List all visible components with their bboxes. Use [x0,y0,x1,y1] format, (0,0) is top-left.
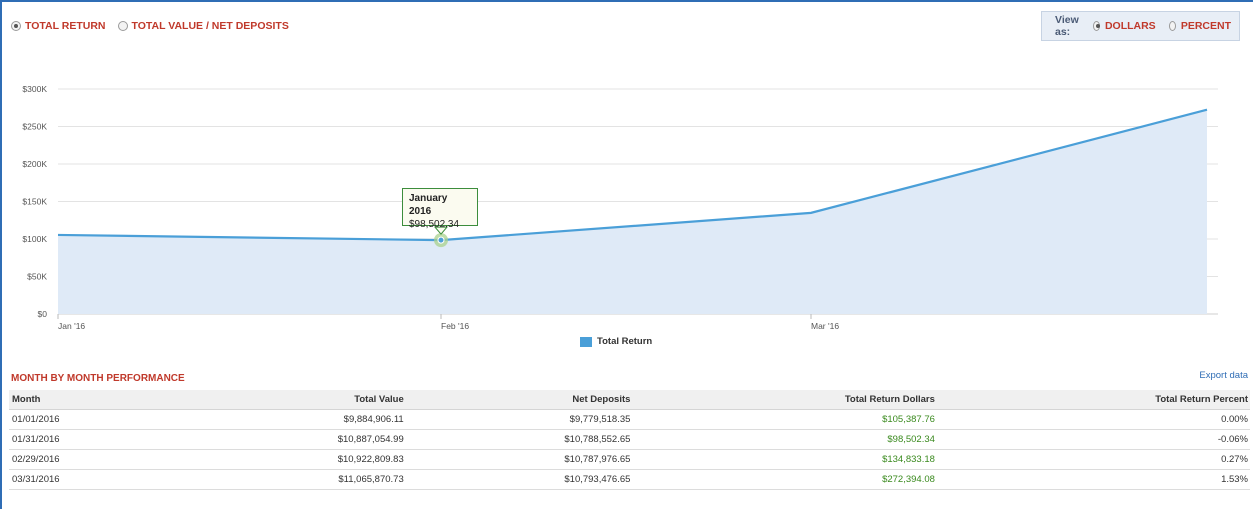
chart-mode-toggle: TOTAL RETURN TOTAL VALUE / NET DEPOSITS [11,20,297,32]
export-data-link[interactable]: Export data [1199,370,1248,381]
y-tick-label: $0 [38,309,48,319]
cell-total-value: $11,065,870.73 [179,469,406,490]
table-row: 01/31/2016 $10,887,054.99 $10,788,552.65… [9,429,1250,450]
col-total-return-dollars: Total Return Dollars [632,390,937,410]
performance-title: MONTH BY MONTH PERFORMANCE [11,373,185,384]
dollars-option[interactable]: DOLLARS [1105,20,1156,32]
col-total-return-percent: Total Return Percent [936,390,1250,410]
cell-net-deposits: $10,788,552.65 [405,429,633,450]
cell-month: 01/01/2016 [9,409,180,430]
cell-total-return-dollars: $105,387.76 [632,409,937,430]
y-tick-label: $100K [22,234,47,244]
y-tick-label: $50K [27,272,47,282]
col-net-deposits: Net Deposits [405,390,633,410]
legend-label: Total Return [597,336,653,347]
performance-table: Month Total Value Net Deposits Total Ret… [9,390,1250,490]
tooltip-value: $98,502.34 [409,219,460,230]
cell-net-deposits: $10,793,476.65 [405,469,633,490]
table-row: 02/29/2016 $10,922,809.83 $10,787,976.65… [9,449,1250,470]
y-tick-label: $150K [22,197,47,207]
total-return-option[interactable]: TOTAL RETURN [25,20,106,32]
col-month: Month [9,390,180,410]
dollars-radio[interactable] [1092,21,1100,31]
cell-month: 01/31/2016 [9,429,180,450]
view-as-label: View as: [1055,14,1079,38]
cell-total-return-percent: -0.06% [936,429,1250,450]
cell-month: 02/29/2016 [9,449,180,470]
table-row: 03/31/2016 $11,065,870.73 $10,793,476.65… [9,469,1250,490]
cell-total-return-percent: 1.53% [936,469,1250,490]
cell-total-return-percent: 0.00% [936,409,1250,430]
tooltip-title: January 2016 [409,193,448,217]
col-total-value: Total Value [179,390,406,410]
series-area [58,109,1207,314]
total-return-radio[interactable] [11,21,21,31]
cell-net-deposits: $9,779,518.35 [405,409,633,430]
total-return-chart: $0 $50K $100K $150K $200K $250K $300K Jan '16 Fe… [22,84,1218,331]
cell-total-return-dollars: $98,502.34 [632,429,937,450]
cell-total-return-dollars: $134,833.18 [632,449,937,470]
data-point [437,236,445,244]
total-value-radio[interactable] [117,21,128,31]
x-tick-label: Mar '16 [811,321,839,331]
chart-legend[interactable]: Total Return [580,336,652,347]
cell-total-value: $9,884,906.11 [179,409,406,430]
view-as-panel: View as: DOLLARS PERCENT [1041,11,1240,41]
cell-total-value: $10,922,809.83 [179,449,406,470]
cell-total-return-percent: 0.27% [936,449,1250,470]
y-tick-label: $250K [22,122,47,132]
percent-option[interactable]: PERCENT [1181,20,1231,32]
total-value-net-deposits-option[interactable]: TOTAL VALUE / NET DEPOSITS [132,20,289,32]
x-tick-label: Feb '16 [441,321,469,331]
x-tick-label: Jan '16 [58,321,85,331]
percent-radio[interactable] [1168,21,1176,31]
table-header-row: Month Total Value Net Deposits Total Ret… [9,390,1250,410]
frame-top-border [0,0,1253,2]
legend-swatch [580,336,592,347]
cell-total-value: $10,887,054.99 [179,429,406,450]
chart-tooltip: January 2016 $98,502.34 [402,188,478,230]
table-row: 01/01/2016 $9,884,906.11 $9,779,518.35 $… [9,409,1250,430]
y-tick-label: $200K [22,159,47,169]
cell-month: 03/31/2016 [9,469,180,490]
cell-net-deposits: $10,787,976.65 [405,449,633,470]
y-tick-label: $300K [22,84,47,94]
cell-total-return-dollars: $272,394.08 [632,469,937,490]
